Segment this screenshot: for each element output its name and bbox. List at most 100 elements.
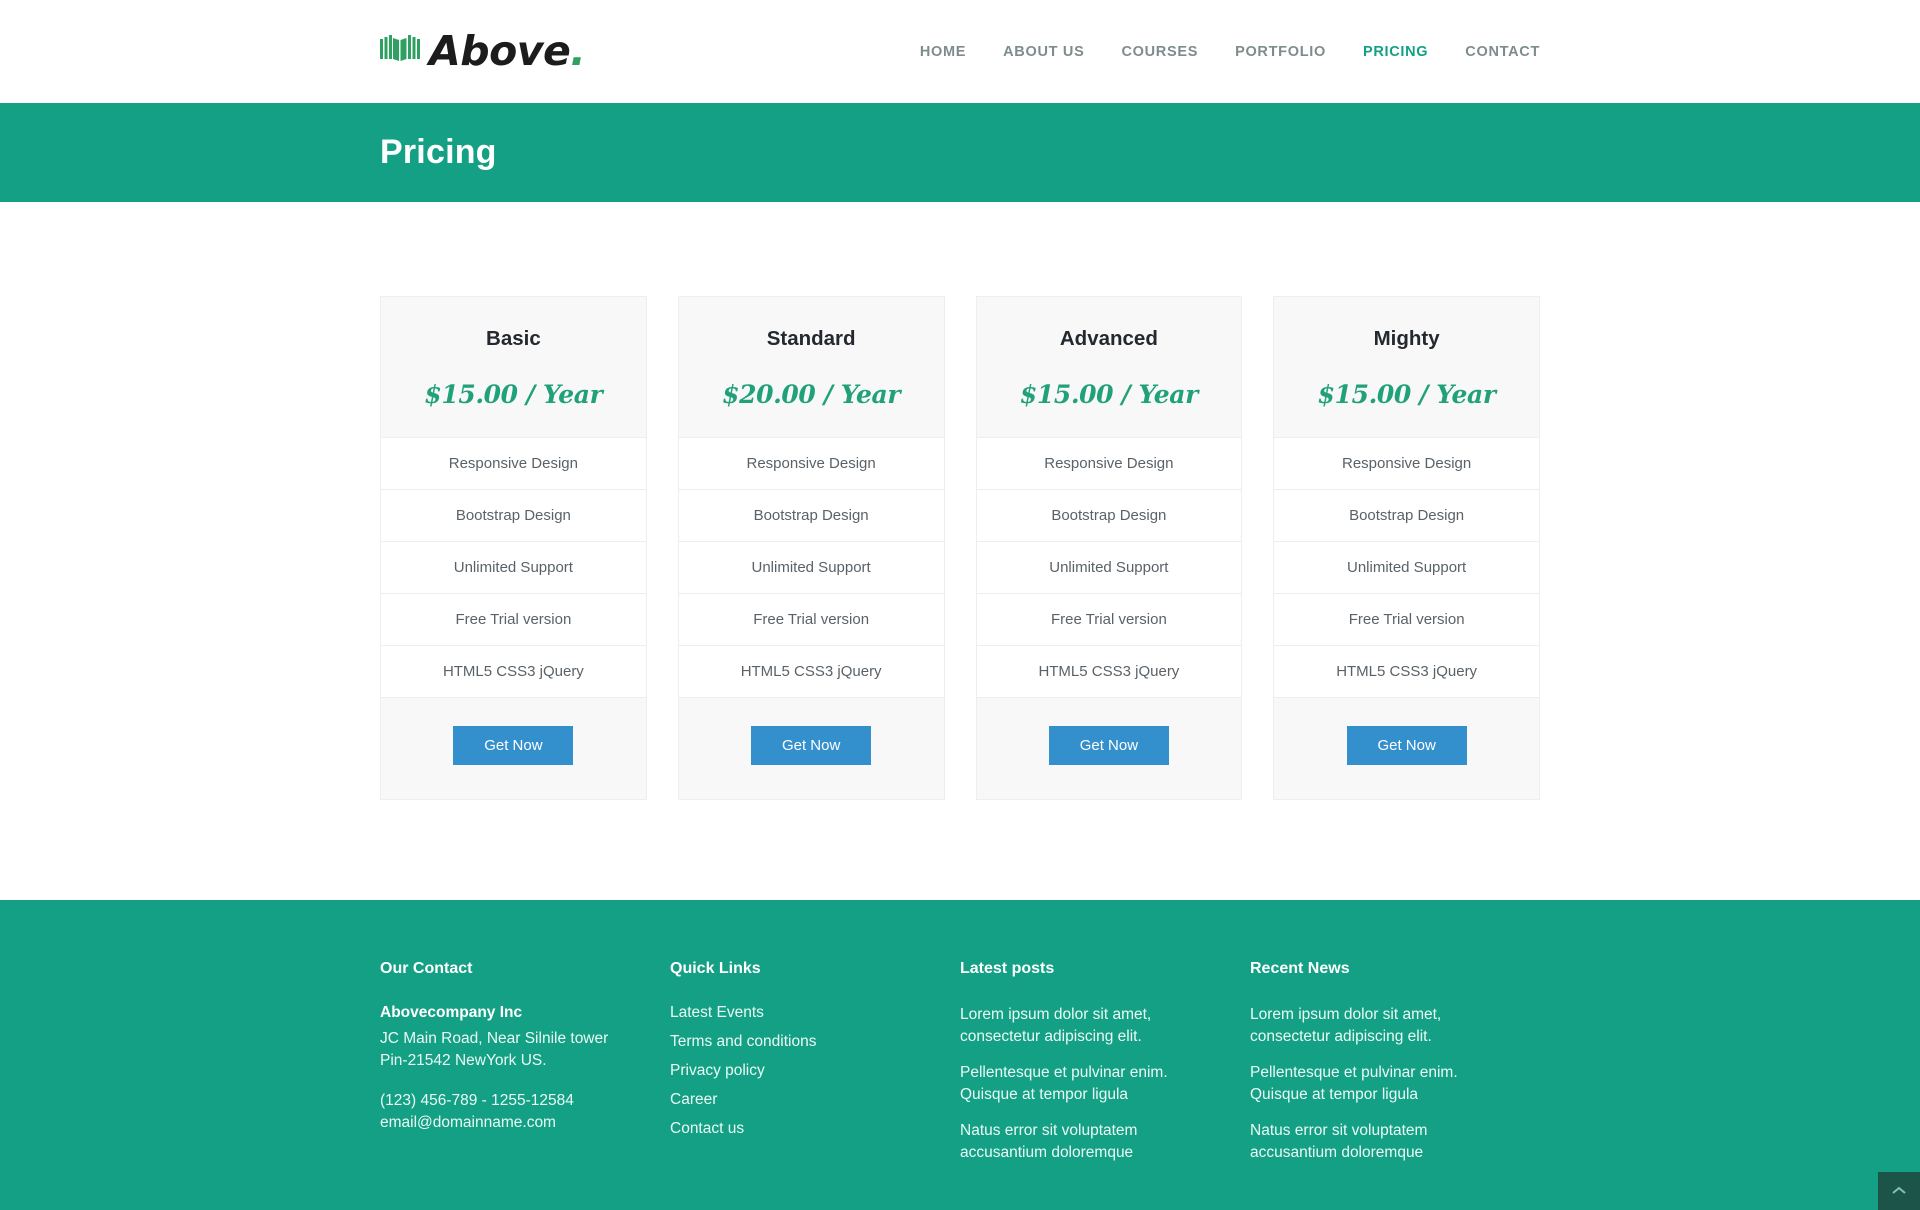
footer-heading-latest-posts: Latest posts	[960, 960, 1055, 977]
card-footer: Get Now	[976, 698, 1242, 799]
banner-inner: Pricing	[380, 133, 1540, 172]
feature-item: HTML5 CSS3 jQuery	[678, 646, 944, 698]
footer-heading-recent-news: Recent News	[1250, 960, 1350, 977]
plan-price: $15.00 / Year	[1019, 380, 1198, 409]
footer-inner: Our Contact Abovecompany Inc JC Main Roa…	[380, 960, 1540, 1178]
site-footer: Our Contact Abovecompany Inc JC Main Roa…	[0, 900, 1920, 1210]
chevron-up-icon	[1892, 1182, 1906, 1200]
feature-item: Bootstrap Design	[678, 490, 944, 542]
quick-link-terms[interactable]: Terms and conditions	[670, 1033, 816, 1050]
get-now-button[interactable]: Get Now	[1048, 726, 1169, 765]
page-banner: Pricing	[0, 103, 1920, 202]
feature-item: Unlimited Support	[678, 542, 944, 594]
feature-item: Free Trial version	[381, 594, 646, 646]
feature-item: HTML5 CSS3 jQuery	[1274, 646, 1539, 698]
card-header: Advanced $15.00 / Year	[976, 297, 1242, 438]
list-item[interactable]: Natus error sit voluptatem accusantium d…	[960, 1120, 1210, 1164]
feature-item: Responsive Design	[381, 438, 646, 490]
site-header: Above. HOME ABOUT US COURSES PORTFOLIO P…	[0, 0, 1920, 103]
list-item[interactable]: Lorem ipsum dolor sit amet, consectetur …	[1250, 1004, 1500, 1048]
price-card-basic: Basic $15.00 / Year Responsive Design Bo…	[380, 296, 647, 800]
list-item[interactable]: Pellentesque et pulvinar enim. Quisque a…	[1250, 1062, 1500, 1106]
brand-name-text: Above	[429, 27, 571, 75]
plan-price: $15.00 / Year	[424, 380, 603, 409]
brand-name: Above.	[429, 31, 586, 72]
feature-item: Free Trial version	[976, 594, 1242, 646]
card-footer: Get Now	[1274, 698, 1539, 799]
feature-item: Unlimited Support	[1274, 542, 1539, 594]
recent-news-list: Lorem ipsum dolor sit amet, consectetur …	[1250, 1004, 1500, 1164]
brand-dot: .	[570, 27, 586, 75]
plan-title: Mighty	[1373, 327, 1440, 350]
address-line-1: JC Main Road, Near Silnile tower	[380, 1030, 609, 1047]
quick-link-latest-events[interactable]: Latest Events	[670, 1004, 764, 1021]
plan-price: $15.00 / Year	[1317, 380, 1496, 409]
card-header: Mighty $15.00 / Year	[1274, 297, 1539, 438]
list-item: Latest Events	[670, 1004, 920, 1022]
quick-link-privacy[interactable]: Privacy policy	[670, 1062, 765, 1079]
list-item: Contact us	[670, 1120, 920, 1138]
pricing-grid: Basic $15.00 / Year Responsive Design Bo…	[380, 296, 1540, 800]
price-card-mighty: Mighty $15.00 / Year Responsive Design B…	[1273, 296, 1540, 800]
plan-price: $20.00 / Year	[722, 380, 901, 409]
feature-item: Free Trial version	[1274, 594, 1539, 646]
scroll-to-top-button[interactable]	[1878, 1172, 1920, 1210]
price-card-advanced: Advanced $15.00 / Year Responsive Design…	[975, 296, 1243, 800]
nav-item-portfolio[interactable]: PORTFOLIO	[1235, 44, 1326, 60]
company-name: Abovecompany Inc	[380, 1004, 523, 1021]
card-footer: Get Now	[381, 698, 646, 799]
site-logo[interactable]: Above.	[380, 31, 586, 72]
contact-email: email@domainname.com	[380, 1114, 556, 1131]
feature-item: Responsive Design	[678, 438, 944, 490]
nav-item-contact[interactable]: CONTACT	[1465, 44, 1540, 60]
pricing-section: Basic $15.00 / Year Responsive Design Bo…	[0, 202, 1920, 900]
latest-posts-list: Lorem ipsum dolor sit amet, consectetur …	[960, 1004, 1210, 1164]
list-item[interactable]: Natus error sit voluptatem accusantium d…	[1250, 1120, 1500, 1164]
feature-item: Bootstrap Design	[381, 490, 646, 542]
get-now-button[interactable]: Get Now	[1346, 726, 1467, 765]
nav-item-pricing[interactable]: PRICING	[1363, 44, 1428, 60]
get-now-button[interactable]: Get Now	[453, 726, 574, 765]
footer-column-contact: Our Contact Abovecompany Inc JC Main Roa…	[380, 960, 670, 1178]
address-line-2: Pin-21542 NewYork US.	[380, 1052, 547, 1069]
card-header: Standard $20.00 / Year	[678, 297, 944, 438]
pricing-page: Above. HOME ABOUT US COURSES PORTFOLIO P…	[0, 0, 1920, 1210]
feature-item: Unlimited Support	[381, 542, 646, 594]
plan-title: Advanced	[1059, 327, 1158, 350]
card-footer: Get Now	[678, 698, 944, 799]
feature-item: Free Trial version	[678, 594, 944, 646]
feature-item: HTML5 CSS3 jQuery	[976, 646, 1242, 698]
header-inner: Above. HOME ABOUT US COURSES PORTFOLIO P…	[380, 31, 1540, 72]
list-item: Terms and conditions	[670, 1033, 920, 1051]
feature-list: Responsive Design Bootstrap Design Unlim…	[678, 438, 944, 698]
footer-column-latest-posts: Latest posts Lorem ipsum dolor sit amet,…	[960, 960, 1250, 1178]
feature-item: HTML5 CSS3 jQuery	[381, 646, 646, 698]
feature-item: Responsive Design	[1274, 438, 1539, 490]
feature-list: Responsive Design Bootstrap Design Unlim…	[381, 438, 646, 698]
quick-links-list: Latest Events Terms and conditions Priva…	[670, 1004, 920, 1138]
list-item: Privacy policy	[670, 1062, 920, 1080]
nav-item-home[interactable]: HOME	[920, 44, 966, 60]
feature-item: Bootstrap Design	[976, 490, 1242, 542]
footer-heading-quick-links: Quick Links	[670, 960, 761, 977]
list-item[interactable]: Pellentesque et pulvinar enim. Quisque a…	[960, 1062, 1210, 1106]
plan-title: Standard	[766, 327, 856, 350]
contact-phone: (123) 456-789 - 1255-12584	[380, 1092, 574, 1109]
feature-item: Bootstrap Design	[1274, 490, 1539, 542]
footer-bottom-bar: © Above Site All right reserved. Templat…	[380, 1178, 1540, 1210]
nav-item-courses[interactable]: COURSES	[1121, 44, 1198, 60]
card-header: Basic $15.00 / Year	[381, 297, 646, 438]
quick-link-contact-us[interactable]: Contact us	[670, 1120, 744, 1137]
feature-item: Unlimited Support	[976, 542, 1242, 594]
list-item[interactable]: Lorem ipsum dolor sit amet, consectetur …	[960, 1004, 1210, 1048]
nav-item-about-us[interactable]: ABOUT US	[1003, 44, 1084, 60]
open-book-icon	[380, 34, 420, 69]
footer-columns: Our Contact Abovecompany Inc JC Main Roa…	[380, 960, 1540, 1178]
plan-title: Basic	[486, 327, 541, 350]
get-now-button[interactable]: Get Now	[751, 726, 872, 765]
footer-column-recent-news: Recent News Lorem ipsum dolor sit amet, …	[1250, 960, 1540, 1178]
quick-link-career[interactable]: Career	[670, 1091, 717, 1108]
price-card-standard: Standard $20.00 / Year Responsive Design…	[677, 296, 945, 800]
feature-list: Responsive Design Bootstrap Design Unlim…	[976, 438, 1242, 698]
